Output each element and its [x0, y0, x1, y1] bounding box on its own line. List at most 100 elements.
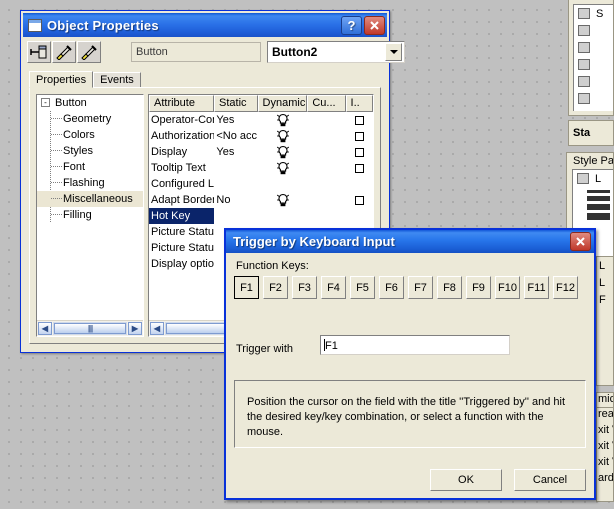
function-keys-row: F1 F2 F3 F4 F5 F6 F7 F8 F9 F10 F11 F12: [234, 276, 586, 300]
cancel-button[interactable]: Cancel: [514, 469, 586, 491]
list-item[interactable]: ardc: [597, 472, 613, 488]
cell-dynamic[interactable]: [258, 112, 308, 128]
ok-button[interactable]: OK: [430, 469, 502, 491]
property-group-tree[interactable]: - Button Geometry Colors Styles Font Fla…: [36, 94, 144, 337]
col-indirect[interactable]: I..: [345, 95, 373, 112]
cell-dynamic[interactable]: [258, 192, 308, 208]
cell-indirect[interactable]: [346, 160, 373, 176]
scroll-left-icon[interactable]: ◀: [150, 322, 164, 335]
function-key-f3[interactable]: F3: [292, 276, 317, 299]
lightbulb-icon: [276, 193, 290, 206]
tree-hscrollbar[interactable]: ◀ |||| ▶: [37, 320, 143, 336]
line-style-swatch[interactable]: [587, 213, 610, 220]
object-properties-titlebar[interactable]: Object Properties ?: [23, 13, 387, 37]
line-style-swatch[interactable]: [587, 190, 610, 193]
function-key-f11[interactable]: F11: [524, 276, 549, 299]
col-dynamic[interactable]: Dynamic: [257, 95, 308, 112]
function-key-f12[interactable]: F12: [553, 276, 578, 299]
list-item[interactable]: xit V: [597, 456, 613, 472]
pick-style-button[interactable]: [52, 41, 76, 63]
list-item[interactable]: S: [574, 5, 613, 22]
function-key-f7[interactable]: F7: [408, 276, 433, 299]
col-static[interactable]: Static: [214, 95, 258, 112]
scroll-left-icon[interactable]: ◀: [38, 322, 52, 335]
sidebar-item-label: Font: [63, 161, 86, 173]
function-key-f10[interactable]: F10: [495, 276, 520, 299]
list-item[interactable]: [574, 90, 613, 107]
sidebar-item-miscellaneous[interactable]: Miscellaneous: [37, 191, 143, 207]
list-item[interactable]: [574, 73, 613, 90]
window-icon: [28, 18, 42, 32]
cell-current: [308, 176, 346, 192]
list-item-label: L: [599, 259, 606, 272]
table-row[interactable]: Display Yes: [149, 144, 373, 160]
close-button[interactable]: [364, 15, 385, 35]
cell-dynamic[interactable]: [258, 160, 308, 176]
list-item[interactable]: xit V: [597, 424, 613, 440]
properties-tabstrip: Properties Events: [29, 71, 381, 88]
list-item[interactable]: [574, 56, 613, 73]
line-style-swatch[interactable]: [587, 196, 610, 201]
tree-root-button[interactable]: - Button: [37, 95, 143, 111]
cell-indirect[interactable]: [346, 112, 373, 128]
scroll-right-icon[interactable]: ▶: [128, 322, 142, 335]
list-item[interactable]: L: [597, 274, 613, 291]
table-row[interactable]: Tooltip Text: [149, 160, 373, 176]
sidebar-item-font[interactable]: Font: [37, 159, 143, 175]
scroll-track[interactable]: ||||: [53, 322, 127, 335]
lightbulb-icon: [276, 161, 290, 174]
cell-indirect[interactable]: [346, 144, 373, 160]
cell-current: [308, 128, 346, 144]
object-name-combo[interactable]: Button2: [267, 41, 405, 63]
desktop-canvas: S Sta Style Pale L L L F mic: [0, 0, 614, 509]
trigger-with-input[interactable]: F1: [320, 335, 510, 355]
apply-style-button[interactable]: [77, 41, 101, 63]
function-key-f8[interactable]: F8: [437, 276, 462, 299]
line-style-swatch[interactable]: [587, 204, 610, 210]
table-row[interactable]: Operator-Con Yes: [149, 112, 373, 128]
cell-indirect[interactable]: [346, 128, 373, 144]
function-key-f2[interactable]: F2: [263, 276, 288, 299]
tab-properties[interactable]: Properties: [29, 71, 94, 88]
list-item[interactable]: F: [597, 291, 613, 308]
tab-events[interactable]: Events: [93, 72, 141, 88]
list-item[interactable]: reat: [597, 408, 613, 424]
trigger-dialog-titlebar[interactable]: Trigger by Keyboard Input: [226, 230, 594, 253]
function-key-f4[interactable]: F4: [321, 276, 346, 299]
cell-indirect[interactable]: [346, 192, 373, 208]
scroll-thumb[interactable]: ||||: [54, 323, 126, 334]
list-item[interactable]: L: [597, 257, 613, 274]
table-row[interactable]: Hot Key: [149, 208, 373, 224]
col-current[interactable]: Cu...: [307, 95, 346, 112]
list-item-label: xit V: [598, 424, 613, 436]
list-item[interactable]: xit V: [597, 440, 613, 456]
col-attribute[interactable]: Attribute: [149, 95, 214, 112]
function-key-f1[interactable]: F1: [234, 276, 259, 299]
object-palette-tree[interactable]: S: [573, 4, 613, 111]
table-row[interactable]: Authorization <No acc: [149, 128, 373, 144]
sidebar-item-styles[interactable]: Styles: [37, 143, 143, 159]
function-key-f6[interactable]: F6: [379, 276, 404, 299]
chevron-down-icon[interactable]: [385, 43, 402, 61]
list-item[interactable]: [574, 22, 613, 39]
sidebar-item-colors[interactable]: Colors: [37, 127, 143, 143]
cell-dynamic[interactable]: [258, 128, 308, 144]
sidebar-item-geometry[interactable]: Geometry: [37, 111, 143, 127]
function-key-f9[interactable]: F9: [466, 276, 491, 299]
function-key-f5[interactable]: F5: [350, 276, 375, 299]
list-item[interactable]: [574, 39, 613, 56]
list-item[interactable]: L: [573, 170, 613, 187]
cell-current: [308, 208, 346, 224]
help-button[interactable]: ?: [341, 15, 362, 35]
pin-button[interactable]: [27, 41, 51, 63]
sidebar-item-flashing[interactable]: Flashing: [37, 175, 143, 191]
cell-dynamic[interactable]: [258, 144, 308, 160]
list-item-label: reat: [598, 408, 614, 420]
list-item-label: L: [595, 172, 602, 185]
table-row[interactable]: Adapt Border No: [149, 192, 373, 208]
dialog-close-button[interactable]: [570, 232, 591, 251]
expander-icon[interactable]: -: [41, 98, 50, 107]
table-row[interactable]: Configured La: [149, 176, 373, 192]
sidebar-item-filling[interactable]: Filling: [37, 207, 143, 223]
palette-node-icon: [578, 8, 590, 19]
